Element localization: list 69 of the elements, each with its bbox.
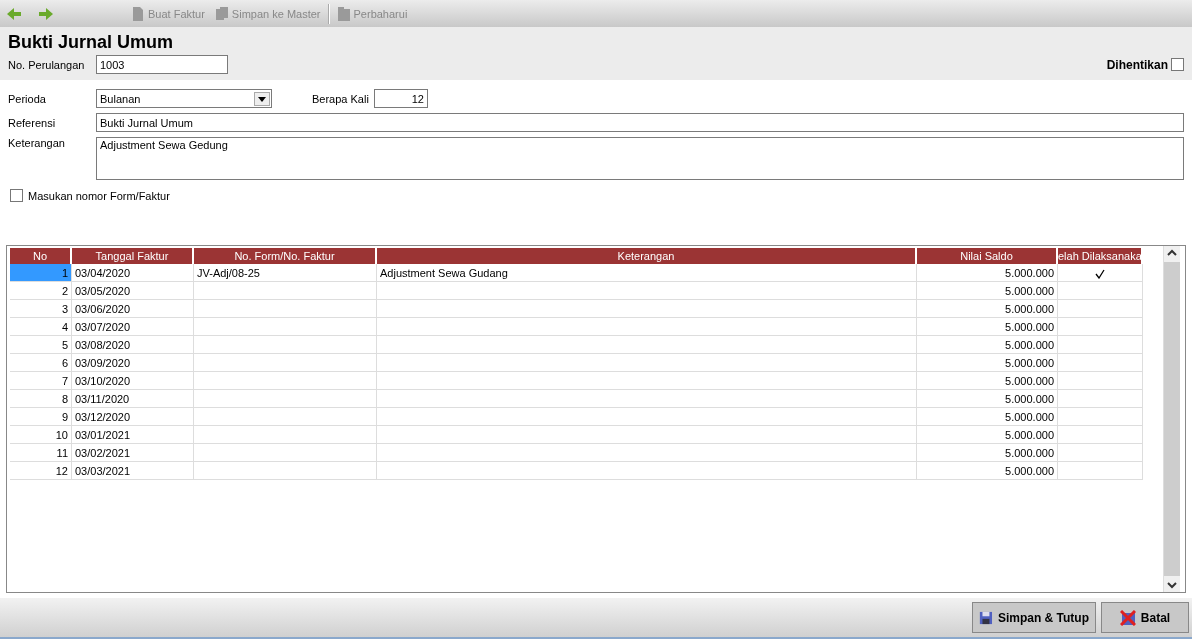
table-cell: 5.000.000 — [917, 426, 1058, 444]
table-cell: 03/08/2020 — [72, 336, 194, 354]
documents-icon — [214, 5, 229, 22]
column-header[interactable]: Nilai Saldo — [917, 248, 1058, 264]
checkbox-label: Dihentikan — [1106, 57, 1168, 72]
table-cell: 5.000.000 — [917, 372, 1058, 390]
table-cell[interactable]: 5 — [10, 336, 72, 354]
table-cell[interactable]: 3 — [10, 300, 72, 318]
table-cell: 03/09/2020 — [72, 354, 194, 372]
checkbox-label: Masukan nomor Form/Faktur — [28, 189, 170, 202]
footer-button[interactable]: Batal — [1101, 602, 1189, 633]
table-cell[interactable]: 8 — [10, 390, 72, 408]
table-cell: 03/01/2021 — [72, 426, 194, 444]
document-icon — [131, 5, 145, 22]
table-cell: 03/07/2020 — [72, 318, 194, 336]
table-cell: 5.000.000 — [917, 390, 1058, 408]
table-cell: 5.000.000 — [917, 264, 1058, 282]
table-cell[interactable]: 11 — [10, 444, 72, 462]
reference-field[interactable]: Bukti Jurnal Umum — [96, 113, 1184, 132]
form-title: Bukti Jurnal Umum — [8, 32, 175, 52]
description-field[interactable]: Adjustment Sewa Gedung — [96, 137, 1184, 180]
column-header[interactable]: Tanggal Faktur — [72, 248, 194, 264]
footer-button[interactable]: Simpan & Tutup — [972, 602, 1096, 633]
stopped-checkbox[interactable] — [1171, 58, 1184, 71]
field-label: Keterangan — [8, 137, 66, 149]
table-cell: 03/06/2020 — [72, 300, 194, 318]
column-header[interactable]: Keterangan — [377, 248, 917, 264]
column-header[interactable]: No. Form/No. Faktur — [194, 248, 377, 264]
table-cell: 03/11/2020 — [72, 390, 194, 408]
table-cell[interactable]: 7 — [10, 372, 72, 390]
table-cell: 5.000.000 — [917, 282, 1058, 300]
loop-number-field[interactable]: 1003 — [96, 55, 228, 74]
checkbox[interactable] — [10, 189, 23, 202]
table-cell: 03/10/2020 — [72, 372, 194, 390]
table-cell: 5.000.000 — [917, 318, 1058, 336]
table-cell[interactable]: 1 — [10, 264, 72, 282]
vertical-scrollbar[interactable] — [1163, 246, 1180, 592]
table-cell[interactable]: 2 — [10, 282, 72, 300]
back-arrow-icon[interactable] — [6, 6, 22, 21]
field-label: No. Perulangan — [8, 58, 86, 71]
table-cell[interactable]: 12 — [10, 462, 72, 480]
table-cell[interactable]: 10 — [10, 426, 72, 444]
check-mark-icon — [1095, 269, 1105, 280]
field-label: Berapa Kali — [312, 92, 369, 105]
table-cell: 5.000.000 — [917, 408, 1058, 426]
field-label: Referensi — [8, 116, 57, 129]
documents-icon — [336, 5, 351, 22]
table-cell: 5.000.000 — [917, 336, 1058, 354]
period-dropdown[interactable]: Bulanan — [96, 89, 272, 108]
table-cell: 03/05/2020 — [72, 282, 194, 300]
column-header[interactable]: No — [10, 248, 72, 264]
floppy-cross-icon — [1119, 609, 1136, 626]
table-cell: 5.000.000 — [917, 300, 1058, 318]
table-cell: 5.000.000 — [917, 354, 1058, 372]
table-cell: 5.000.000 — [917, 462, 1058, 480]
table-cell[interactable]: 9 — [10, 408, 72, 426]
table-cell[interactable]: 6 — [10, 354, 72, 372]
field-label: Perioda — [8, 92, 47, 105]
table-cell: 03/02/2021 — [72, 444, 194, 462]
table-cell: Adjustment Sewa Gudang — [377, 264, 917, 282]
table-cell: JV-Adj/08-25 — [194, 264, 377, 282]
table-cell: 03/12/2020 — [72, 408, 194, 426]
column-header[interactable]: elah Dilaksanaka — [1058, 248, 1143, 264]
table-cell: 03/04/2020 — [72, 264, 194, 282]
table-cell[interactable]: 4 — [10, 318, 72, 336]
times-field[interactable]: 12 — [373, 89, 428, 108]
table-cell: 5.000.000 — [917, 444, 1058, 462]
forward-arrow-icon[interactable] — [38, 6, 54, 21]
table-cell: 03/03/2021 — [72, 462, 194, 480]
